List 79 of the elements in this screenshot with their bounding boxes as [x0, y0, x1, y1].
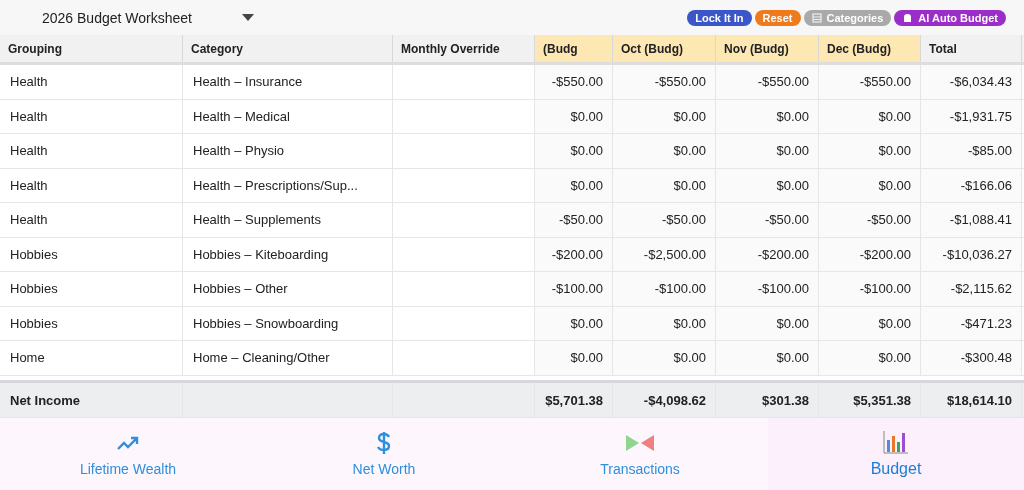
table-cell: -$50.00 — [716, 203, 819, 237]
table-cell: -$471.23 — [921, 306, 1022, 340]
table-cell: Health — [0, 65, 183, 99]
table-cell: -$50.00 — [613, 203, 716, 237]
lock-button[interactable]: Lock It In — [687, 9, 752, 26]
table-cell: -$300.48 — [921, 341, 1022, 375]
table-cell: -$1,931.75 — [921, 99, 1022, 133]
table-cell: Health – Medical — [183, 99, 393, 133]
table-cell: -$550.00 — [716, 65, 819, 99]
table-cell: -$100.00 — [613, 272, 716, 306]
table-cell: -$200.00 — [716, 237, 819, 271]
table-cell: Hobbies — [0, 306, 183, 340]
list-icon — [811, 12, 822, 23]
table-cell: Health — [0, 134, 183, 168]
table-cell: -$50.00 — [535, 203, 613, 237]
table-cell: Hobbies – Other — [183, 272, 393, 306]
column-header[interactable]: Dec (Budg) — [819, 35, 921, 62]
table-cell: Health – Physio — [183, 134, 393, 168]
table-cell: $0.00 — [613, 168, 716, 202]
worksheet-title: 2026 Budget Worksheet — [42, 9, 192, 26]
table-cell: $0.00 — [819, 99, 921, 133]
column-header[interactable]: (Budg — [535, 35, 613, 62]
table-cell: -$6,034.43 — [921, 65, 1022, 99]
table-cell: -$2,115.62 — [921, 272, 1022, 306]
table-cell: -$550.00 — [819, 65, 921, 99]
table-cell: $0.00 — [535, 134, 613, 168]
column-header[interactable]: Oct (Budg) — [613, 35, 716, 62]
table-cell: $0.00 — [535, 99, 613, 133]
table-cell: -$10,036.27 — [921, 237, 1022, 271]
table-cell: -$100.00 — [716, 272, 819, 306]
table-cell: Home — [0, 341, 183, 375]
table-cell: $0.00 — [613, 99, 716, 133]
table-cell: Health — [0, 203, 183, 237]
table-cell: $0.00 — [535, 306, 613, 340]
table-cell: Health – Prescriptions/Sup... — [183, 168, 393, 202]
table-cell: Health — [0, 99, 183, 133]
table-cell: -$550.00 — [535, 65, 613, 99]
table-cell: -$200.00 — [535, 237, 613, 271]
table-cell: $0.00 — [716, 134, 819, 168]
table-cell: -$200.00 — [819, 237, 921, 271]
table-cell: Hobbies – Kiteboarding — [183, 237, 393, 271]
table-cell: $0.00 — [819, 341, 921, 375]
table-cell: Hobbies – Snowboarding — [183, 306, 393, 340]
table-cell: -$50.00 — [819, 203, 921, 237]
column-header[interactable]: Total — [921, 35, 1022, 62]
table-cell: Health – Supplements — [183, 203, 393, 237]
table-cell: Hobbies — [0, 272, 183, 306]
table-cell: $0.00 — [613, 341, 716, 375]
table-cell: $0.00 — [716, 341, 819, 375]
table-cell: -$100.00 — [535, 272, 613, 306]
table-cell: $0.00 — [819, 134, 921, 168]
table-cell: Health – Insurance — [183, 65, 393, 99]
table-cell: $0.00 — [535, 341, 613, 375]
table-cell: Net Income — [0, 383, 183, 417]
table-cell: $0.00 — [613, 134, 716, 168]
bar-chart-icon — [883, 430, 909, 454]
table-cell: $0.00 — [535, 168, 613, 202]
caret-icon[interactable] — [241, 13, 254, 22]
table-cell: $0.00 — [716, 306, 819, 340]
table-cell: -$85.00 — [921, 134, 1022, 168]
column-header[interactable]: Nov (Budg) — [716, 35, 819, 62]
table-cell: -$1,088.41 — [921, 203, 1022, 237]
table-cell: $0.00 — [716, 168, 819, 202]
ai-budget-button[interactable]: AI Auto Budget — [894, 9, 1006, 26]
table-cell: -$550.00 — [613, 65, 716, 99]
table-cell: Home – Cleaning/Other — [183, 341, 393, 375]
table-cell: $0.00 — [819, 168, 921, 202]
dollar-icon — [376, 431, 392, 455]
tab-item[interactable]: Budget — [768, 418, 1024, 490]
table-cell: Hobbies — [0, 237, 183, 271]
column-header[interactable]: Category — [183, 35, 393, 62]
table-cell: $0.00 — [613, 306, 716, 340]
table-cell: -$166.06 — [921, 168, 1022, 202]
table-cell: -$2,500.00 — [613, 237, 716, 271]
table-cell: -$100.00 — [819, 272, 921, 306]
table-cell: Health — [0, 168, 183, 202]
table-cell: $0.00 — [716, 99, 819, 133]
column-header[interactable]: Grouping — [0, 35, 183, 62]
table-cell: $0.00 — [819, 306, 921, 340]
